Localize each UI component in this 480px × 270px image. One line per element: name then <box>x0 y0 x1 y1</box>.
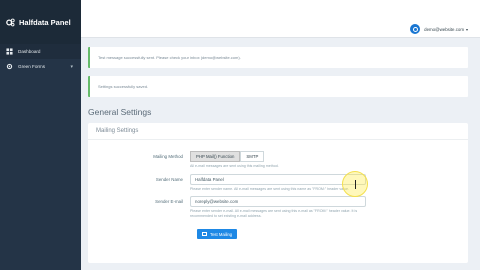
sender-name-label: Sender Name <box>155 176 183 182</box>
gear-icon <box>6 63 13 70</box>
main-content: Test message successfully sent. Please c… <box>81 39 480 270</box>
text-cursor-icon <box>355 180 356 189</box>
power-icon <box>410 24 421 34</box>
sender-name-input[interactable]: Halfdata Panel <box>190 173 366 185</box>
alert-test-sent: Test message successfully sent. Please c… <box>88 47 468 68</box>
alert-text: Settings successfully saved. <box>98 84 149 89</box>
page-title: General Settings <box>88 107 152 117</box>
cursor-highlight <box>342 171 368 197</box>
chevron-down-icon: ▾ <box>70 63 73 70</box>
brand[interactable]: Halfdata Panel <box>0 0 81 44</box>
sender-email-input[interactable]: noreply@website.com <box>190 196 366 208</box>
mailing-method-toggle: PHP Mail() Function SMTP <box>190 151 366 162</box>
mailing-method-help: All e-mail messages are sent using this … <box>190 164 279 168</box>
sidebar: Halfdata Panel Dashboard Green Forms ▾ <box>0 0 81 270</box>
mailing-method-row: Mailing Method PHP Mail() Function SMTP … <box>88 151 468 169</box>
envelope-icon <box>202 232 207 237</box>
test-mailing-button[interactable]: Test Mailing <box>197 229 238 240</box>
sender-email-help: Please enter sender e-mail. All e-mail m… <box>190 209 358 218</box>
option-php-mail[interactable]: PHP Mail() Function <box>190 151 241 162</box>
alert-settings-saved: Settings successfully saved. <box>88 76 468 97</box>
card-title: Mailing Settings <box>88 123 468 140</box>
test-mailing-label: Test Mailing <box>210 231 233 237</box>
sidebar-item-label: Green Forms <box>18 64 46 69</box>
cogs-icon <box>6 18 15 26</box>
option-smtp[interactable]: SMTP <box>240 151 265 162</box>
mailing-method-label: Mailing Method <box>153 154 183 159</box>
sidebar-item-label: Dashboard <box>18 49 41 54</box>
topbar: demo@website.com ▾ <box>81 0 480 38</box>
alert-text: Test message successfully sent. Please c… <box>98 55 241 60</box>
sidebar-item-green-forms[interactable]: Green Forms ▾ <box>0 59 81 74</box>
sender-name-help: Please enter sender name. All e-mail mes… <box>190 186 349 191</box>
brand-title: Halfdata Panel <box>19 17 71 27</box>
sender-email-row: Sender E-mail noreply@website.com Please… <box>88 196 468 218</box>
sender-name-row: Sender Name Halfdata Panel Please enter … <box>88 173 468 192</box>
sender-email-label: Sender E-mail <box>155 199 183 205</box>
user-menu[interactable]: demo@website.com ▾ <box>410 24 468 34</box>
dashboard-icon <box>6 48 13 55</box>
sidebar-item-dashboard[interactable]: Dashboard <box>0 44 81 59</box>
mailing-settings-card: Mailing Settings Mailing Method PHP Mail… <box>88 123 468 263</box>
caret-down-icon: ▾ <box>465 26 468 32</box>
user-email: demo@website.com <box>424 26 464 32</box>
